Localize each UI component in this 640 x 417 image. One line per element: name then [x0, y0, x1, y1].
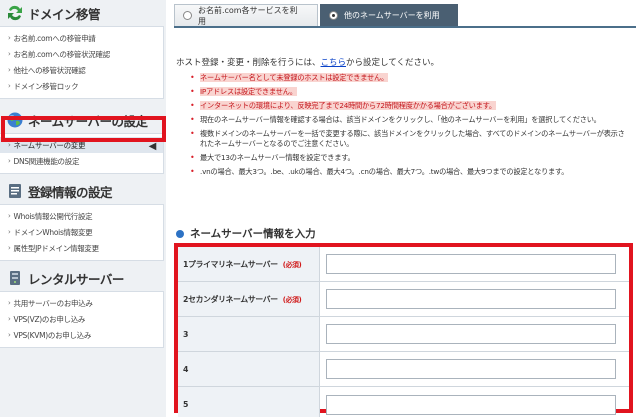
sidebar: ドメイン移管 › お名前.comへの移管申請 › お名前.comへの移管状況確認 ›…: [0, 0, 166, 417]
sidebar-section-list: › 共用サーバーのお申込み › VPS(VZ)のお申し込み › VPS(KVM)のお申…: [0, 291, 164, 348]
nameserver-tabs: お名前.com各サービスを利用 他のネームサーバーを利用: [174, 4, 636, 28]
host-settings-link[interactable]: こちら: [321, 58, 347, 68]
form-label: 2セカンダリネームサーバー (必須): [178, 282, 320, 316]
form-label: 5: [178, 387, 320, 417]
form-heading: ネームサーバー情報を入力: [176, 226, 316, 241]
nameserver-form: 1プライマリネームサーバー (必須) 2セカンダリネームサーバー (必須) 3 4 …: [174, 243, 633, 417]
tab-other-nameserver[interactable]: 他のネームサーバーを利用: [320, 4, 458, 26]
sidebar-section-list: › Whois情報公開代行設定 › ドメインWhois情報変更 › 属性型JPドメイン…: [0, 204, 164, 261]
secondary-nameserver-input[interactable]: [326, 289, 616, 309]
sidebar-item-whois-change[interactable]: › ドメインWhois情報変更: [0, 224, 163, 240]
intro-text: ホスト登録・変更・削除を行うには、こちらから設定してください。: [176, 58, 440, 68]
server-icon: [10, 271, 20, 285]
sidebar-item-whois-privacy[interactable]: › Whois情報公開代行設定: [0, 208, 163, 224]
sidebar-item-transfer-lock[interactable]: › ドメイン移管ロック: [0, 78, 163, 94]
radio-selected-icon: [329, 11, 338, 20]
note-item: • ネームサーバー名として未登録のホストは設定できません。: [190, 73, 388, 82]
note-item: • IPアドレスは設定できません。: [190, 87, 297, 96]
sidebar-item-jp-domain-change[interactable]: › 属性型JPドメイン情報変更: [0, 240, 163, 256]
sidebar-section-title: レンタルサーバー: [0, 265, 166, 291]
nameserver-4-input[interactable]: [326, 359, 616, 379]
form-row: 3: [178, 317, 629, 352]
sidebar-item-dns-settings[interactable]: › DNS関連機能の設定: [0, 153, 163, 169]
sidebar-section-registration: 登録情報の設定 › Whois情報公開代行設定 › ドメインWhois情報変更 › 属…: [0, 178, 166, 261]
nameserver-3-input[interactable]: [326, 324, 616, 344]
form-label: 4: [178, 352, 320, 386]
radio-icon: [183, 11, 192, 20]
sidebar-item-transfer-request[interactable]: › お名前.comへの移管申請: [0, 30, 163, 46]
form-row: 2セカンダリネームサーバー (必須): [178, 282, 629, 317]
primary-nameserver-input[interactable]: [326, 254, 616, 274]
sidebar-section-list: › お名前.comへの移管申請 › お名前.comへの移管状況確認 › 他社への移管状…: [0, 26, 164, 99]
sidebar-section-title: 登録情報の設定: [0, 178, 166, 204]
domain-transfer-icon: [8, 5, 22, 21]
note-item: • 複数ドメインのネームサーバーを一括で変更する際に、該当ドメインをクリックした場…: [190, 129, 625, 148]
highlight-sidebar-active: [1, 116, 166, 142]
chevron-left-icon: ◀: [148, 141, 157, 152]
note-item: • 現在のネームサーバー情報を確認する場合は、該当ドメインをクリックし、「他のネー…: [190, 115, 601, 124]
sidebar-item-transfer-status[interactable]: › お名前.comへの移管状況確認: [0, 46, 163, 62]
nameserver-5-input[interactable]: [326, 394, 616, 415]
form-label: 3: [178, 317, 320, 351]
sidebar-section-domain-transfer: ドメイン移管 › お名前.comへの移管申請 › お名前.comへの移管状況確認 ›…: [0, 0, 166, 99]
form-row: 5: [178, 387, 629, 417]
bullet-dot-icon: [176, 229, 184, 238]
note-item: • .vnの場合、最大3つ。.be、.ukの場合、最大4つ。.cnの場合、最大7つ…: [190, 167, 569, 176]
form-label: 1プライマリネームサーバー (必須): [178, 247, 320, 281]
form-row: 4: [178, 352, 629, 387]
sidebar-item-outgoing-transfer-status[interactable]: › 他社への移管状況確認: [0, 62, 163, 78]
tab-onamae-services[interactable]: お名前.com各サービスを利用: [174, 4, 318, 26]
sidebar-section-rental-server: レンタルサーバー › 共用サーバーのお申込み › VPS(VZ)のお申し込み › VP…: [0, 265, 166, 348]
note-item: • インターネットの環境により、反映完了まで24時間から72時間程度かかる場合がご…: [190, 101, 496, 110]
note-item: • 最大で13のネームサーバー情報を設定できます。: [190, 153, 355, 162]
sidebar-item-shared-server[interactable]: › 共用サーバーのお申込み: [0, 295, 163, 311]
sidebar-item-vps-vz[interactable]: › VPS(VZ)のお申し込み: [0, 311, 163, 327]
notes-list: • ネームサーバー名として未登録のホストは設定できません。 • IPアドレスは設定で…: [190, 73, 630, 181]
form-row: 1プライマリネームサーバー (必須): [178, 247, 629, 282]
sidebar-item-vps-kvm[interactable]: › VPS(KVM)のお申し込み: [0, 327, 163, 343]
sidebar-section-title: ドメイン移管: [0, 0, 166, 26]
registration-icon: [9, 184, 21, 198]
